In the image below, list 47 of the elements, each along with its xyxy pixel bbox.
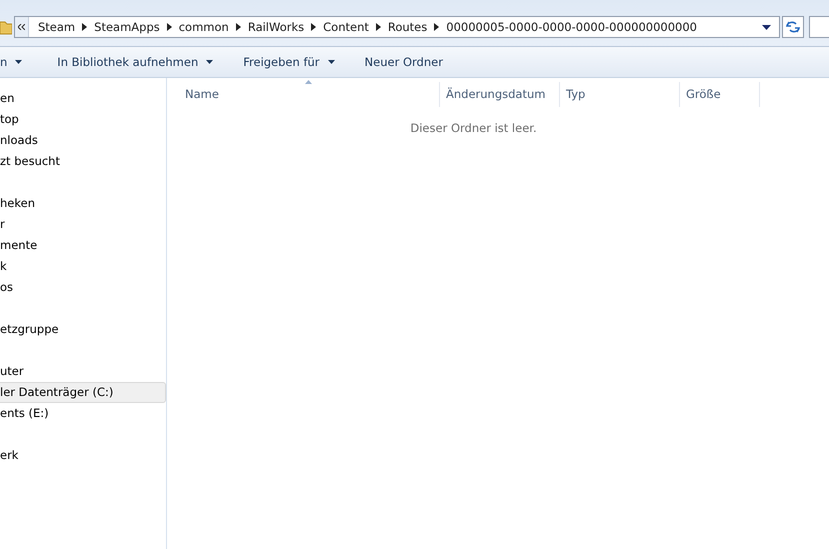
history-button[interactable] bbox=[15, 17, 29, 37]
breadcrumb[interactable]: Steam bbox=[33, 20, 80, 34]
sort-arrow-icon bbox=[305, 80, 312, 84]
dropdown-caret-icon bbox=[206, 60, 214, 64]
breadcrumb[interactable]: Routes bbox=[382, 20, 432, 34]
navigation-item[interactable]: top bbox=[0, 109, 166, 130]
caret-icon bbox=[236, 23, 241, 31]
navigation-item[interactable]: mente bbox=[0, 235, 166, 256]
breadcrumb[interactable]: Content bbox=[318, 20, 374, 34]
refresh-button[interactable] bbox=[782, 16, 804, 38]
folder-icon bbox=[0, 19, 12, 35]
navigation-item[interactable]: etzgruppe bbox=[0, 319, 166, 340]
breadcrumb[interactable]: RailWorks bbox=[242, 20, 310, 34]
double-chevron-icon bbox=[18, 24, 25, 30]
caret-icon bbox=[434, 23, 440, 31]
toolbar-button[interactable]: n bbox=[0, 55, 42, 69]
navigation-item[interactable]: zt besucht bbox=[0, 151, 166, 172]
navigation-item[interactable]: erk bbox=[0, 445, 166, 466]
navigation-item[interactable]: nloads bbox=[0, 130, 166, 151]
caret-icon bbox=[311, 23, 316, 31]
breadcrumb[interactable]: 00000005-0000-0000-0000-000000000000 bbox=[441, 20, 702, 34]
column-header[interactable]: Typ bbox=[560, 82, 680, 107]
refresh-icon bbox=[786, 21, 800, 33]
toolbar-button[interactable]: Freigeben für bbox=[228, 55, 350, 69]
caret-icon bbox=[376, 23, 381, 31]
navigation-item[interactable]: r bbox=[0, 214, 166, 235]
navigation-item[interactable]: ents (E:) bbox=[0, 403, 166, 424]
navigation-item[interactable]: k bbox=[0, 256, 166, 277]
toolbar-button[interactable]: In Bibliothek aufnehmen bbox=[42, 55, 228, 69]
breadcrumb[interactable]: SteamApps bbox=[89, 20, 165, 34]
navigation-item[interactable]: uter bbox=[0, 361, 166, 382]
dropdown-caret-icon bbox=[328, 60, 335, 64]
navigation-item[interactable]: os bbox=[0, 277, 166, 298]
breadcrumb[interactable]: common bbox=[174, 20, 234, 34]
column-header[interactable]: Änderungsdatum bbox=[440, 82, 560, 107]
navigation-item[interactable]: ler Datenträger (C:) bbox=[0, 382, 166, 403]
dropdown-caret-icon[interactable] bbox=[762, 24, 771, 30]
navigation-item[interactable]: en bbox=[0, 88, 166, 109]
caret-icon bbox=[82, 23, 88, 31]
search-field[interactable] bbox=[809, 16, 829, 38]
dropdown-caret-icon bbox=[15, 60, 22, 64]
address-bar[interactable]: Steam SteamApps common RailWorks Content Routes 00000005-0000-0000-0000-000000000000 bbox=[14, 16, 780, 38]
empty-folder-message: Dieser Ordner ist leer. bbox=[409, 121, 538, 135]
column-header[interactable]: Größe bbox=[680, 82, 760, 107]
toolbar-button[interactable]: Neuer Ordner bbox=[350, 55, 458, 69]
caret-icon bbox=[166, 23, 172, 31]
navigation-item[interactable]: heken bbox=[0, 193, 166, 214]
